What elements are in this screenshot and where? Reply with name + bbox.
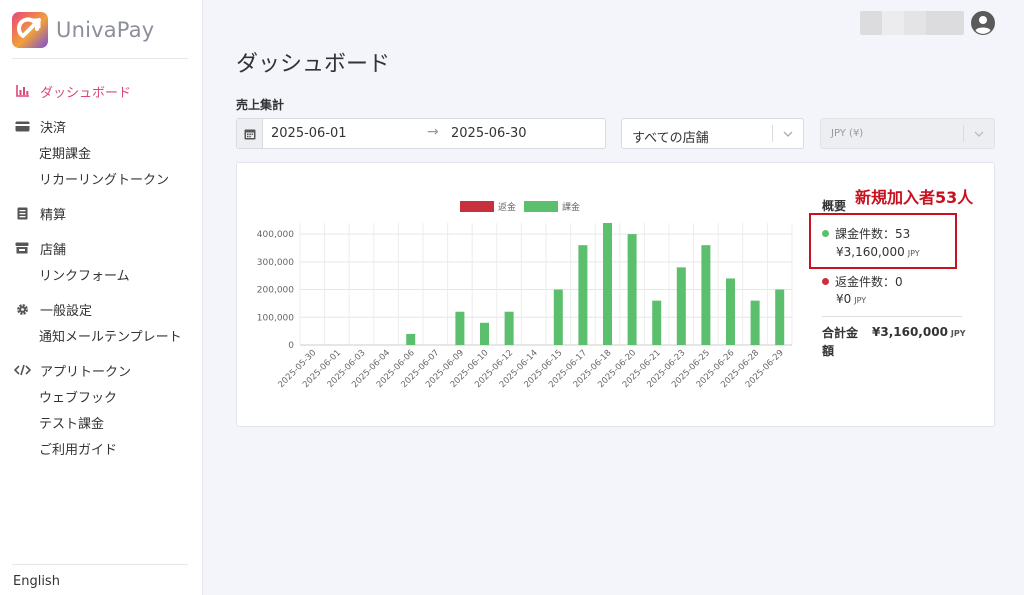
sidebar-subitem-webhooks[interactable]: ウェブフック (0, 383, 203, 409)
bar-charge (553, 289, 563, 345)
arrow-right-icon: → (427, 124, 439, 140)
divider (12, 58, 188, 59)
bar-charge (504, 311, 514, 345)
refunds-amount: ¥0 JPY (836, 292, 866, 306)
sidebar-item-label: 一般設定 (40, 303, 93, 319)
charge-dot-icon (822, 230, 829, 237)
chevron-down-icon (783, 131, 793, 137)
legend-label-refund: 返金 (498, 203, 517, 213)
y-tick-label: 200,000 (257, 286, 294, 296)
document-icon (13, 207, 31, 220)
chart-legend: 返金 課金 (460, 200, 588, 213)
sidebar-item-dashboard[interactable]: ダッシュボード (0, 78, 203, 104)
currency-code: JPY (907, 249, 920, 258)
total-amount: ¥3,160,000 JPY (872, 325, 966, 339)
sidebar-subitem-usage-guide[interactable]: ご利用ガイド (0, 435, 203, 461)
legend-swatch-refund (460, 201, 494, 212)
divider (822, 316, 962, 317)
bar-charge (603, 223, 612, 345)
legend-swatch-charge (524, 201, 559, 212)
refunds-count-label: 返金件数：0 (835, 275, 903, 289)
date-end-input[interactable]: 2025-06-30 (451, 126, 527, 141)
y-tick-label: 400,000 (257, 230, 294, 240)
store-select-value: すべての店舗 (632, 131, 709, 146)
sidebar-subitem-recurring-tokens[interactable]: リカーリングトークン (0, 165, 203, 191)
sidebar-subitem-subscriptions[interactable]: 定期課金 (0, 139, 203, 165)
date-range-picker[interactable]: 2025-06-01 → 2025-06-30 (236, 118, 606, 149)
sidebar-subitem-test-charge[interactable]: テスト課金 (0, 409, 203, 435)
charges-amount-value: ¥3,160,000 (836, 245, 905, 259)
page-title: ダッシュボード (236, 52, 391, 77)
bar-charge (652, 300, 662, 345)
brand-logo[interactable]: UnivaPay (12, 12, 154, 48)
bar-charge (455, 311, 465, 345)
sidebar-item-settlements[interactable]: 精算 (0, 200, 203, 226)
store-icon (13, 242, 31, 254)
currency-code: JPY (854, 296, 867, 305)
section-label: 売上集計 (236, 98, 285, 112)
charges-count-label: 課金件数：53 (835, 227, 911, 241)
sidebar-subitem-link-form[interactable]: リンクフォーム (0, 261, 203, 287)
sidebar-nav: ダッシュボード 決済 定期課金 リカーリングトークン 精算 店舗 リンクフォーム (0, 78, 203, 461)
code-icon (13, 364, 31, 376)
sidebar: UnivaPay ダッシュボード 決済 定期課金 リカーリングトークン 精算 店… (0, 0, 203, 595)
sales-bar-chart: 0100,000200,000300,000400,0002025-05-302… (257, 223, 793, 390)
bar-charge (578, 245, 588, 345)
sidebar-item-label: 精算 (40, 207, 67, 223)
total-amount-value: ¥3,160,000 (872, 325, 948, 339)
bar-charge (750, 300, 760, 345)
currency-code: JPY (950, 329, 966, 338)
total-label: 合計金額 (822, 326, 859, 358)
bar-charge (701, 245, 711, 345)
sidebar-item-label: ダッシュボード (40, 85, 132, 101)
charges-count: 課金件数：53 (822, 225, 910, 242)
chevron-down-icon (974, 131, 984, 137)
y-tick-label: 0 (288, 341, 294, 351)
language-switch[interactable]: English (13, 574, 60, 589)
sidebar-subitem-email-templates[interactable]: 通知メールテンプレート (0, 322, 203, 348)
bar-charge (480, 322, 489, 345)
user-name-redacted (860, 11, 964, 35)
brand-name: UnivaPay (56, 18, 155, 42)
new-subscribers-annotation: 新規加入者53人 (855, 188, 974, 207)
sidebar-item-app-tokens[interactable]: アプリトークン (0, 357, 203, 383)
bar-charge (726, 278, 735, 345)
currency-select-value: JPY (¥) (831, 128, 864, 139)
bar-charge (406, 333, 416, 345)
currency-select[interactable]: JPY (¥) (820, 118, 995, 149)
sidebar-item-label: アプリトークン (40, 364, 132, 380)
credit-card-icon (13, 121, 31, 132)
sidebar-item-payments[interactable]: 決済 (0, 113, 203, 139)
store-select[interactable]: すべての店舗 (621, 118, 804, 149)
sidebar-item-label: 決済 (40, 120, 67, 136)
univapay-logo-icon (12, 12, 48, 48)
charges-amount: ¥3,160,000 JPY (836, 245, 920, 259)
y-tick-label: 100,000 (257, 313, 294, 323)
gear-icon (13, 303, 31, 316)
user-avatar-icon[interactable] (971, 11, 995, 35)
bar-charge (627, 234, 637, 345)
sidebar-item-label: 店舗 (40, 242, 67, 258)
bar-charge (676, 267, 686, 345)
refunds-count: 返金件数：0 (822, 273, 903, 290)
date-start-input[interactable]: 2025-06-01 (271, 126, 347, 141)
sidebar-item-stores[interactable]: 店舗 (0, 235, 203, 261)
legend-label-charge: 課金 (562, 203, 581, 213)
summary-title: 概要 (822, 199, 847, 213)
divider (12, 564, 188, 565)
refund-dot-icon (822, 278, 829, 285)
bar-charge (775, 289, 785, 345)
sidebar-item-general-settings[interactable]: 一般設定 (0, 296, 203, 322)
y-tick-label: 300,000 (257, 258, 294, 268)
refunds-amount-value: ¥0 (836, 292, 852, 306)
bar-chart-icon (13, 85, 31, 97)
calendar-icon[interactable] (237, 119, 263, 148)
